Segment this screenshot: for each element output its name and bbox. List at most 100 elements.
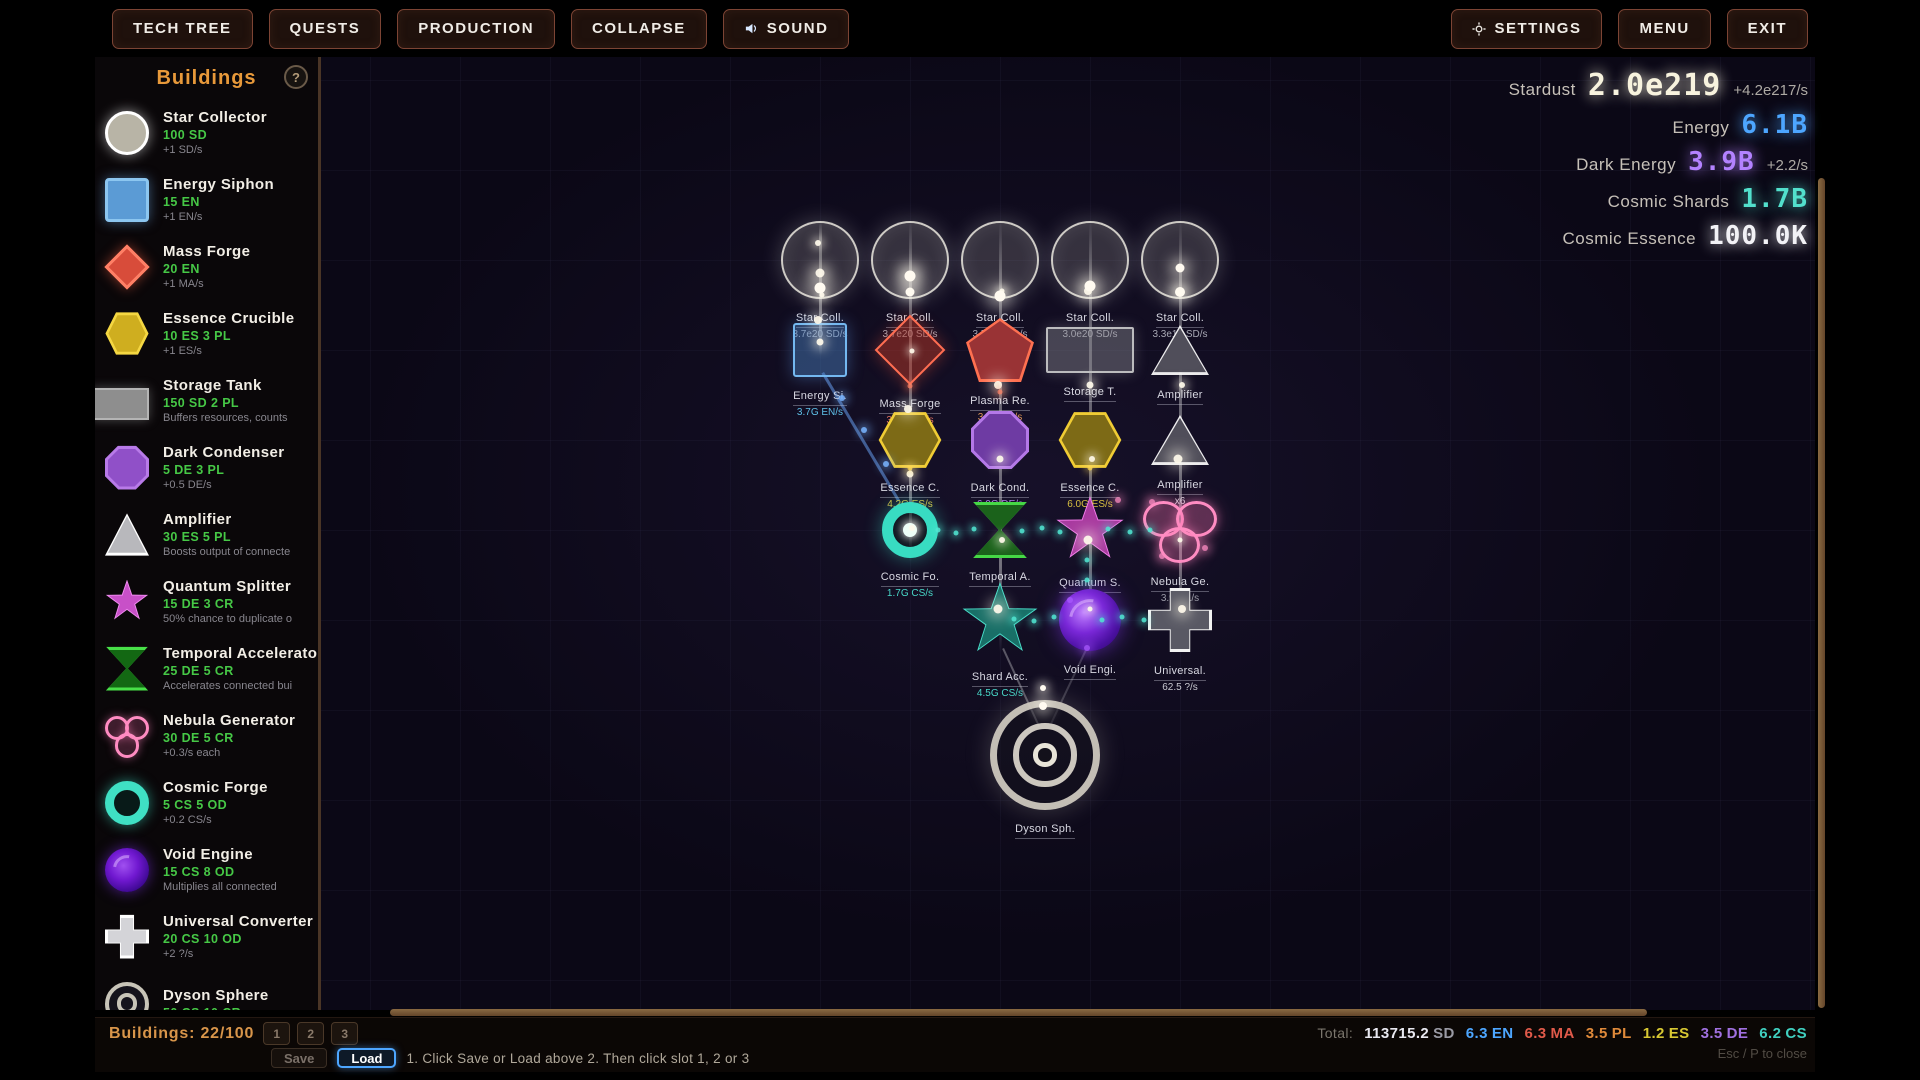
particle	[972, 527, 977, 532]
item-description: +0.5 DE/s	[163, 479, 284, 491]
sidebar-item-temporal-accelerator[interactable]: Temporal Accelerator25 DE 5 CRAccelerate…	[95, 635, 318, 702]
building-list: Star Collector100 SD+1 SD/s Energy Siphon…	[95, 99, 318, 1010]
gear-icon	[1472, 22, 1486, 36]
node-nebula-ge[interactable]	[1143, 497, 1217, 563]
sidebar-item-energy-siphon[interactable]: Energy Siphon15 EN+1 EN/s	[95, 166, 318, 233]
item-description: +1 MA/s	[163, 278, 250, 290]
particle	[1142, 618, 1147, 623]
node-storage-t[interactable]	[1046, 327, 1134, 373]
load-button[interactable]: Load	[337, 1048, 396, 1068]
sidebar-item-quantum-splitter[interactable]: Quantum Splitter15 DE 3 CR50% chance to …	[95, 568, 318, 635]
node-dyson-sph[interactable]	[990, 700, 1100, 810]
resource-label: Dark Energy	[1576, 155, 1676, 175]
particle	[906, 288, 915, 297]
particle	[1058, 530, 1063, 535]
item-text: Temporal Accelerator25 DE 5 CRAccelerate…	[163, 645, 312, 692]
hexagon-icon	[105, 312, 149, 356]
button-label: COLLAPSE	[592, 20, 686, 37]
node-label: Universal.62.5 ?/s	[1128, 660, 1232, 694]
node-label: Shard Acc.4.5G CS/s	[948, 666, 1052, 700]
slot-1-button[interactable]: 1	[263, 1022, 290, 1045]
button-label: TECH TREE	[133, 20, 232, 37]
sidebar-item-nebula-generator[interactable]: Nebula Generator30 DE 5 CR+0.3/s each	[95, 702, 318, 769]
sidebar-item-mass-forge[interactable]: Mass Forge20 EN+1 MA/s	[95, 233, 318, 300]
resource-row-cosmic-essence: Cosmic Essence100.0K	[1562, 221, 1808, 251]
node-name: Essence C.	[1060, 482, 1119, 498]
particle	[1176, 264, 1185, 273]
node-name: Cosmic Fo.	[881, 571, 940, 587]
item-name: Amplifier	[163, 511, 290, 528]
sidebar-item-dark-condenser[interactable]: Dark Condenser5 DE 3 PL+0.5 DE/s	[95, 434, 318, 501]
slot-3-button[interactable]: 3	[331, 1022, 358, 1045]
particle	[1100, 618, 1105, 623]
sidebar-item-storage-tank[interactable]: Storage Tank150 SD 2 PLBuffers resources…	[95, 367, 318, 434]
node-label: Cosmic Fo.1.7G CS/s	[858, 566, 962, 600]
resource-value: 3.9B	[1688, 147, 1755, 177]
resource-label: Energy	[1673, 118, 1730, 138]
particle	[1085, 578, 1090, 583]
sidebar-item-dyson-sphere[interactable]: Dyson Sphere50 CS 10 CR	[95, 970, 318, 1010]
node-energy-si[interactable]	[793, 323, 847, 377]
item-text: Energy Siphon15 EN+1 EN/s	[163, 176, 274, 223]
particle	[1084, 645, 1090, 651]
top-bar: TECH TREE QUESTS PRODUCTION COLLAPSE SOUND S…	[0, 0, 1920, 57]
item-description: Buffers resources, counts	[163, 412, 288, 424]
circle-icon	[105, 111, 149, 155]
resource-row-cosmic-shards: Cosmic Shards1.7B	[1608, 184, 1808, 214]
particle	[1088, 466, 1093, 471]
particle	[1032, 619, 1037, 624]
particle	[907, 470, 914, 477]
save-button[interactable]: Save	[271, 1048, 327, 1068]
bottombar-left: Buildings: 22/100 123 Save Load 1. Click…	[109, 1022, 749, 1072]
sidebar-item-amplifier[interactable]: Amplifier30 ES 5 PLBoosts output of conn…	[95, 501, 318, 568]
item-text: Quantum Splitter15 DE 3 CR50% chance to …	[163, 578, 292, 625]
resource-row-energy: Energy6.1B	[1673, 110, 1809, 140]
particle	[861, 427, 867, 433]
particle	[1149, 499, 1155, 505]
sound-button[interactable]: SOUND	[723, 9, 850, 49]
total-sd: 113715.2SD	[1364, 1025, 1455, 1042]
node-star-coll[interactable]	[961, 221, 1039, 299]
sidebar-item-cosmic-forge[interactable]: Cosmic Forge5 CS 5 OD+0.2 CS/s	[95, 769, 318, 836]
vertical-scrollbar[interactable]	[1818, 178, 1825, 1008]
production-button[interactable]: PRODUCTION	[397, 9, 555, 49]
quests-button[interactable]: QUESTS	[269, 9, 382, 49]
diamond-icon	[104, 244, 149, 289]
item-name: Essence Crucible	[163, 310, 294, 327]
particle	[1052, 615, 1057, 620]
topbar-left-group: TECH TREE QUESTS PRODUCTION COLLAPSE SOUND	[112, 9, 849, 49]
particle	[994, 605, 1003, 614]
tech-tree-button[interactable]: TECH TREE	[112, 9, 253, 49]
particle	[1178, 605, 1186, 613]
game-window: TECH TREE QUESTS PRODUCTION COLLAPSE SOUND S…	[0, 0, 1920, 1080]
settings-button[interactable]: SETTINGS	[1451, 9, 1602, 49]
particle	[1087, 382, 1094, 389]
item-cost: 15 EN	[163, 195, 274, 209]
sidebar-item-void-engine[interactable]: Void Engine15 CS 8 ODMultiplies all conn…	[95, 836, 318, 903]
exit-button[interactable]: EXIT	[1727, 9, 1808, 49]
node-name: Universal.	[1154, 665, 1206, 681]
item-name: Temporal Accelerator	[163, 645, 312, 662]
node-label: Energy Si.3.7G EN/s	[768, 385, 872, 419]
node-name: Plasma Re.	[970, 395, 1030, 411]
item-text: Storage Tank150 SD 2 PLBuffers resources…	[163, 377, 288, 424]
item-name: Universal Converter	[163, 913, 312, 930]
item-cost: 5 DE 3 PL	[163, 463, 284, 477]
particle	[1012, 617, 1017, 622]
collapse-button[interactable]: COLLAPSE	[571, 9, 707, 49]
particle	[994, 381, 1002, 389]
sidebar-item-universal-converter[interactable]: Universal Converter20 CS 10 OD+2 ?/s	[95, 903, 318, 970]
item-cost: 30 ES 5 PL	[163, 530, 290, 544]
slot-2-button[interactable]: 2	[297, 1022, 324, 1045]
particle	[905, 271, 916, 282]
menu-button[interactable]: MENU	[1618, 9, 1710, 49]
item-cost: 20 CS 10 OD	[163, 932, 312, 946]
sidebar-item-star-collector[interactable]: Star Collector100 SD+1 SD/s	[95, 99, 318, 166]
help-button[interactable]: ?	[284, 65, 308, 89]
item-description: Accelerates connected bui	[163, 680, 312, 692]
sidebar-item-essence-crucible[interactable]: Essence Crucible10 ES 3 PL+1 ES/s	[95, 300, 318, 367]
horizontal-scrollbar[interactable]	[390, 1009, 1647, 1016]
particle	[1179, 382, 1185, 388]
sidebar-title: Buildings	[156, 67, 256, 90]
particle	[1085, 558, 1090, 563]
